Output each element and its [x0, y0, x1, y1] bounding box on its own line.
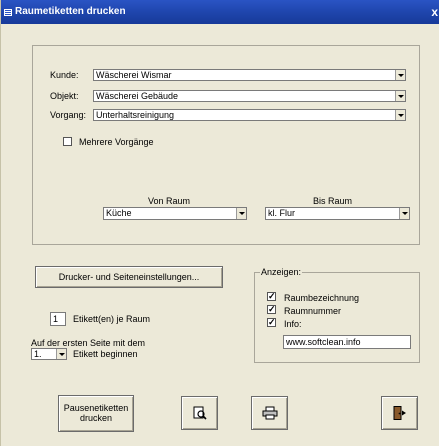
exit-door-icon — [393, 406, 406, 420]
von-raum-combo[interactable]: Küche — [103, 207, 247, 220]
chevron-down-icon[interactable] — [395, 91, 405, 101]
raumbezeichnung-label: Raumbezeichnung — [284, 293, 360, 303]
printer-settings-label: Drucker- und Seiteneinstellungen... — [58, 272, 200, 282]
chevron-down-icon[interactable] — [56, 349, 66, 359]
raumnummer-checkbox[interactable] — [267, 303, 276, 315]
bis-raum-value: kl. Flur — [268, 208, 295, 218]
von-raum-value: Küche — [106, 208, 132, 218]
kunde-value: Wäscherei Wismar — [96, 70, 172, 80]
print-button[interactable] — [251, 396, 288, 430]
objekt-value: Wäscherei Gebäude — [96, 91, 179, 101]
vorgang-value: Unterhaltsreinigung — [96, 110, 175, 120]
mehrere-vorgaenge-label: Mehrere Vorgänge — [79, 137, 154, 147]
exit-button[interactable] — [381, 396, 418, 430]
anzeigen-legend: Anzeigen: — [260, 267, 303, 277]
title-bar[interactable]: Raumetiketten drucken x — [1, 0, 439, 24]
von-raum-label: Von Raum — [148, 196, 191, 206]
window-title: Raumetiketten drucken — [15, 6, 126, 17]
start-position-label: Etikett beginnen — [73, 349, 138, 359]
kunde-label: Kunde: — [50, 70, 79, 80]
bis-raum-label: Bis Raum — [313, 196, 353, 206]
print-labels-button[interactable]: Pausenetiketten drucken — [58, 395, 134, 432]
mehrere-vorgaenge-checkbox[interactable] — [63, 137, 72, 146]
info-label: Info: — [284, 319, 302, 329]
etiketten-count-input[interactable]: 1 — [50, 312, 66, 326]
etiketten-label: Etikett(en) je Raum — [73, 314, 151, 324]
chevron-down-icon[interactable] — [395, 110, 405, 120]
close-icon[interactable]: x — [431, 5, 438, 19]
chevron-down-icon[interactable] — [399, 208, 409, 219]
info-text-value: www.softclean.info — [286, 337, 361, 347]
print-preview-button[interactable] — [181, 396, 218, 430]
start-position-value: 1. — [34, 349, 42, 359]
objekt-label: Objekt: — [50, 91, 79, 101]
raumnummer-label: Raumnummer — [284, 306, 342, 316]
bis-raum-combo[interactable]: kl. Flur — [265, 207, 410, 220]
info-checkbox[interactable] — [267, 316, 276, 328]
printer-settings-button[interactable]: Drucker- und Seiteneinstellungen... — [35, 266, 223, 288]
raumbezeichnung-checkbox[interactable] — [267, 290, 276, 302]
kunde-combo[interactable]: Wäscherei Wismar — [93, 69, 406, 81]
start-position-combo[interactable]: 1. — [31, 348, 67, 360]
print-labels-line1: Pausenetiketten — [63, 403, 129, 413]
printer-icon — [262, 406, 277, 420]
app-icon — [4, 9, 12, 16]
chevron-down-icon[interactable] — [395, 70, 405, 80]
info-text-input[interactable]: www.softclean.info — [283, 335, 411, 349]
vorgang-label: Vorgang: — [50, 110, 87, 120]
print-preview-icon — [193, 406, 207, 420]
dialog-window: Raumetiketten drucken x Kunde: Wäscherei… — [0, 0, 439, 446]
etiketten-count-value: 1 — [53, 314, 59, 324]
anzeigen-group — [254, 272, 420, 363]
chevron-down-icon[interactable] — [236, 208, 246, 219]
start-position-text: Auf der ersten Seite mit dem — [31, 338, 146, 348]
print-labels-line2: drucken — [79, 413, 113, 423]
vorgang-combo[interactable]: Unterhaltsreinigung — [93, 109, 406, 121]
objekt-combo[interactable]: Wäscherei Gebäude — [93, 90, 406, 102]
